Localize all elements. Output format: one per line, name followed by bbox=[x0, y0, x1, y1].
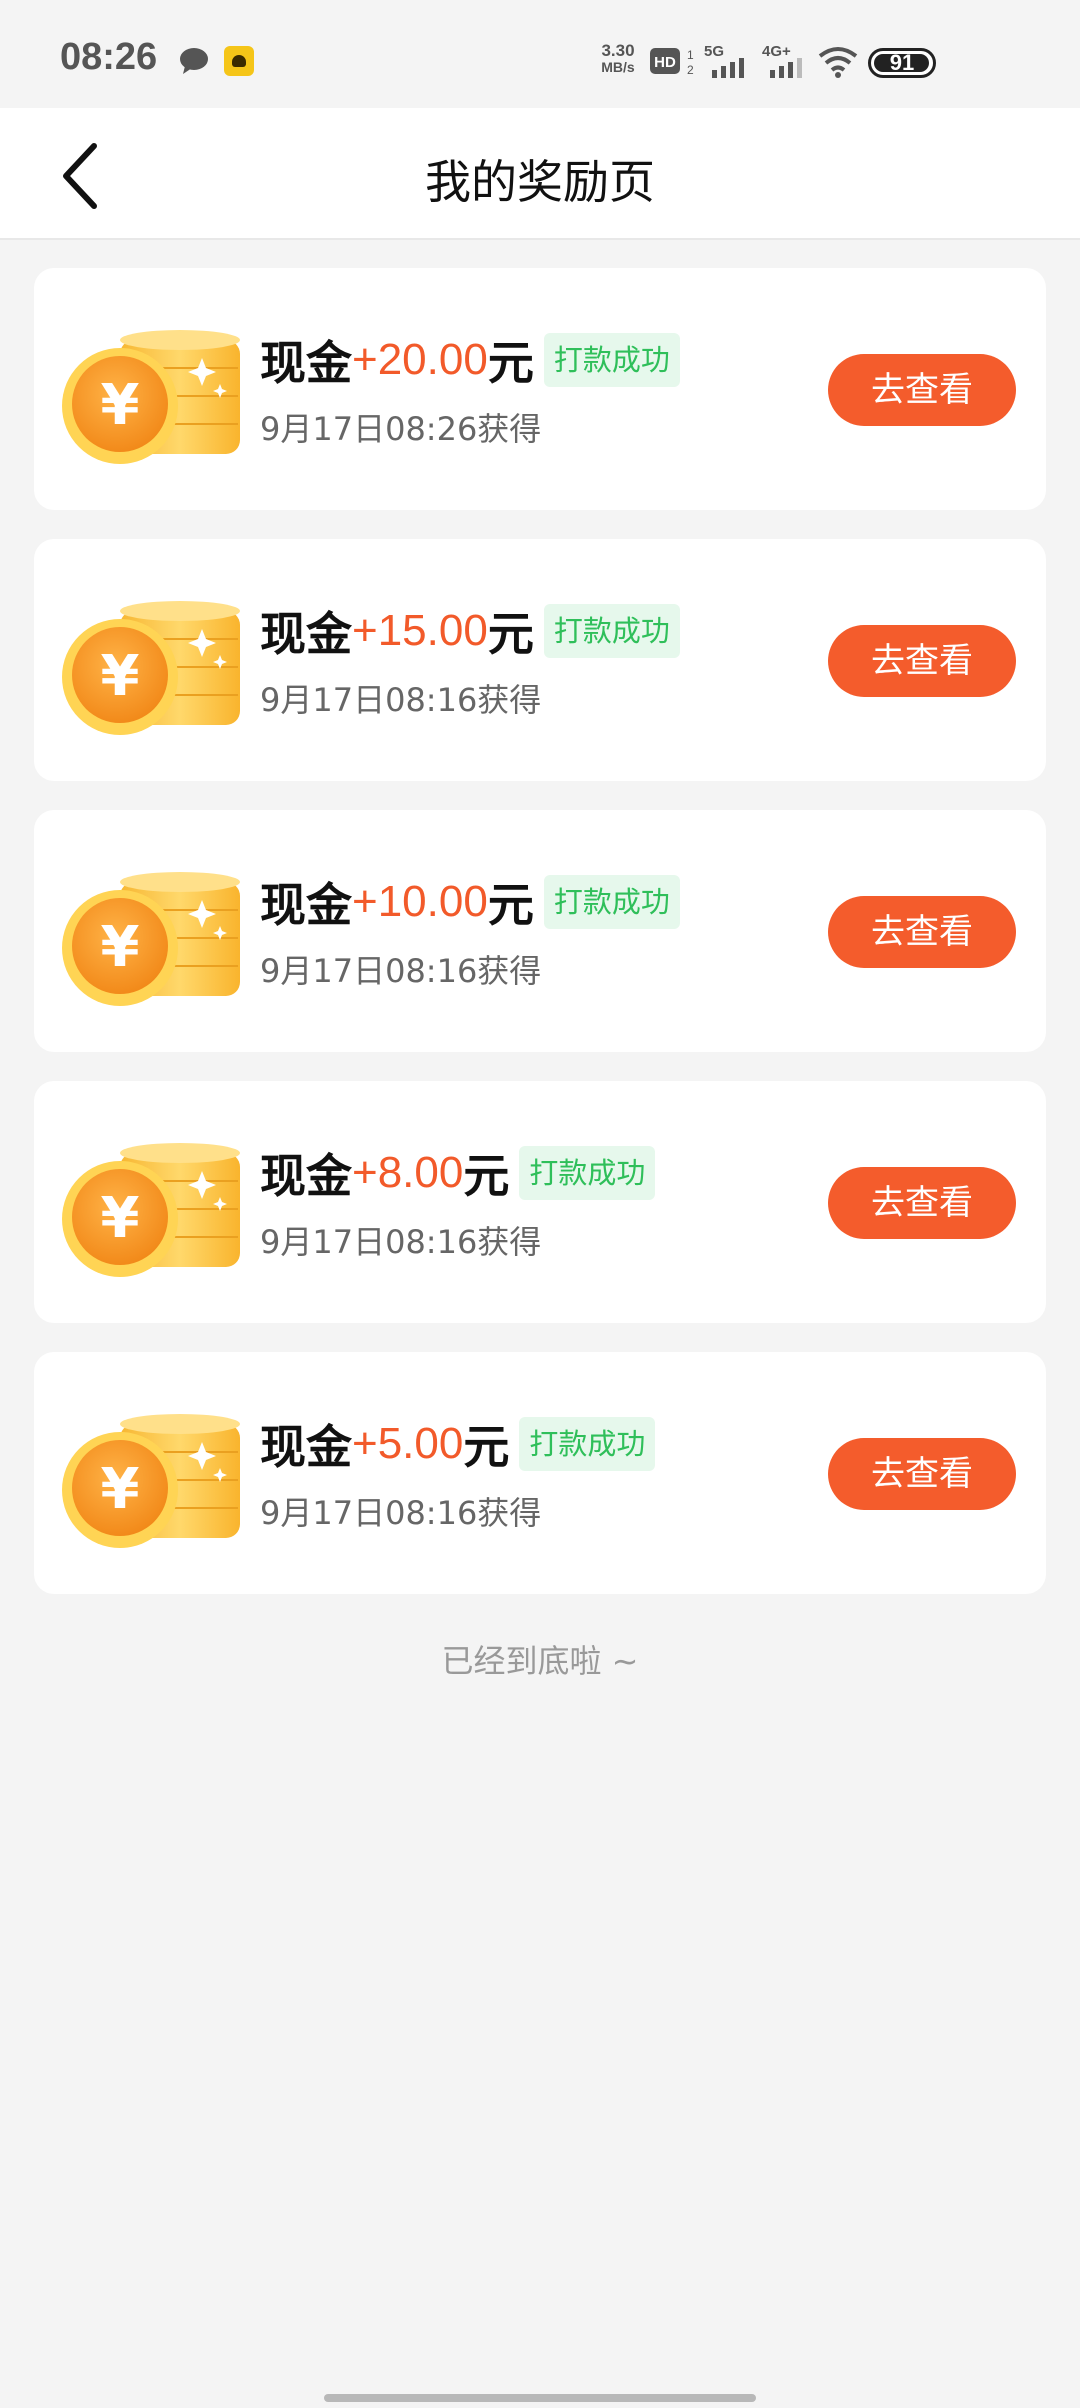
battery-level: 91 bbox=[889, 50, 915, 75]
5g-signal-icon: 5G bbox=[704, 43, 744, 78]
reward-unit: 元 bbox=[487, 607, 534, 661]
battery-icon: 91 bbox=[868, 48, 936, 78]
reward-card: ¥ 现金 +8.00 元 打款成功 9月17日08:16获得 去查看 bbox=[34, 1081, 1046, 1323]
reward-label: 现金 bbox=[260, 1149, 352, 1203]
app-notification-icon bbox=[224, 46, 254, 76]
svg-text:¥: ¥ bbox=[101, 644, 140, 709]
reward-title: 现金 +10.00 元 打款成功 bbox=[260, 872, 680, 932]
status-badge: 打款成功 bbox=[519, 1417, 656, 1471]
reward-time: 9月17日08:26获得 bbox=[260, 410, 542, 448]
reward-label: 现金 bbox=[260, 878, 352, 932]
reward-time: 9月17日08:16获得 bbox=[260, 1494, 542, 1532]
svg-text:¥: ¥ bbox=[101, 373, 140, 438]
status-badge: 打款成功 bbox=[543, 875, 680, 929]
view-button[interactable]: 去查看 bbox=[828, 354, 1016, 426]
reward-time: 9月17日08:16获得 bbox=[260, 1223, 542, 1261]
reward-title: 现金 +15.00 元 打款成功 bbox=[260, 601, 680, 661]
svg-text:¥: ¥ bbox=[101, 1457, 140, 1522]
reward-card: ¥ 现金 +10.00 元 打款成功 9月17日08:16获得 去查看 bbox=[34, 810, 1046, 1052]
coin-stack-icon: ¥ bbox=[60, 860, 270, 1010]
svg-text:1: 1 bbox=[687, 48, 694, 62]
page-title: 我的奖励页 bbox=[425, 155, 655, 209]
reward-title: 现金 +5.00 元 打款成功 bbox=[260, 1414, 656, 1474]
reward-card: ¥ 现金 +15.00 元 打款成功 9月17日08:16获得 去查看 bbox=[34, 539, 1046, 781]
hd-icon: HD 1 2 bbox=[650, 48, 694, 77]
view-button[interactable]: 去查看 bbox=[828, 1167, 1016, 1239]
reward-unit: 元 bbox=[463, 1420, 510, 1474]
reward-label: 现金 bbox=[260, 1420, 352, 1474]
status-bar: 08:26 3.30 MB/s HD 1 2 5G 4G+ 91 bbox=[0, 0, 1080, 108]
chat-icon bbox=[180, 48, 208, 74]
reward-label: 现金 bbox=[260, 336, 352, 390]
reward-unit: 元 bbox=[487, 336, 534, 390]
reward-time: 9月17日08:16获得 bbox=[260, 681, 542, 719]
coin-stack-icon: ¥ bbox=[60, 318, 270, 468]
reward-title: 现金 +8.00 元 打款成功 bbox=[260, 1143, 656, 1203]
reward-unit: 元 bbox=[487, 878, 534, 932]
svg-text:¥: ¥ bbox=[101, 915, 140, 980]
reward-title: 现金 +20.00 元 打款成功 bbox=[260, 330, 680, 390]
svg-text:HD: HD bbox=[654, 54, 676, 71]
status-badge: 打款成功 bbox=[543, 604, 680, 658]
status-badge: 打款成功 bbox=[519, 1146, 656, 1200]
reward-unit: 元 bbox=[463, 1149, 510, 1203]
reward-card: ¥ 现金 +5.00 元 打款成功 9月17日08:16获得 去查看 bbox=[34, 1352, 1046, 1594]
svg-text:4G+: 4G+ bbox=[762, 43, 791, 60]
reward-list: ¥ 现金 +20.00 元 打款成功 9月17日08:26获得 去查看 ¥ 现金… bbox=[34, 268, 1046, 1623]
reward-amount: +8.00 bbox=[352, 1148, 464, 1197]
4g-signal-icon: 4G+ bbox=[762, 43, 802, 78]
reward-amount: +20.00 bbox=[352, 335, 488, 384]
coin-stack-icon: ¥ bbox=[60, 1402, 270, 1552]
reward-amount: +10.00 bbox=[352, 877, 488, 926]
svg-text:5G: 5G bbox=[704, 43, 724, 60]
status-time: 08:26 bbox=[60, 36, 158, 78]
status-badge: 打款成功 bbox=[543, 333, 680, 387]
app-header: 我的奖励页 bbox=[0, 108, 1080, 240]
view-button[interactable]: 去查看 bbox=[828, 625, 1016, 697]
network-speed: 3.30 MB/s bbox=[601, 41, 635, 75]
reward-time: 9月17日08:16获得 bbox=[260, 952, 542, 990]
svg-text:2: 2 bbox=[687, 63, 694, 77]
wifi-icon bbox=[818, 47, 858, 78]
reward-card: ¥ 现金 +20.00 元 打款成功 9月17日08:26获得 去查看 bbox=[34, 268, 1046, 510]
view-button[interactable]: 去查看 bbox=[828, 896, 1016, 968]
end-of-list-text: 已经到底啦 ~ bbox=[441, 1642, 639, 1680]
view-button[interactable]: 去查看 bbox=[828, 1438, 1016, 1510]
reward-amount: +15.00 bbox=[352, 606, 488, 655]
reward-label: 现金 bbox=[260, 607, 352, 661]
coin-stack-icon: ¥ bbox=[60, 1131, 270, 1281]
coin-stack-icon: ¥ bbox=[60, 589, 270, 739]
reward-amount: +5.00 bbox=[352, 1419, 464, 1468]
home-indicator[interactable] bbox=[324, 2394, 756, 2402]
svg-text:¥: ¥ bbox=[101, 1186, 140, 1251]
